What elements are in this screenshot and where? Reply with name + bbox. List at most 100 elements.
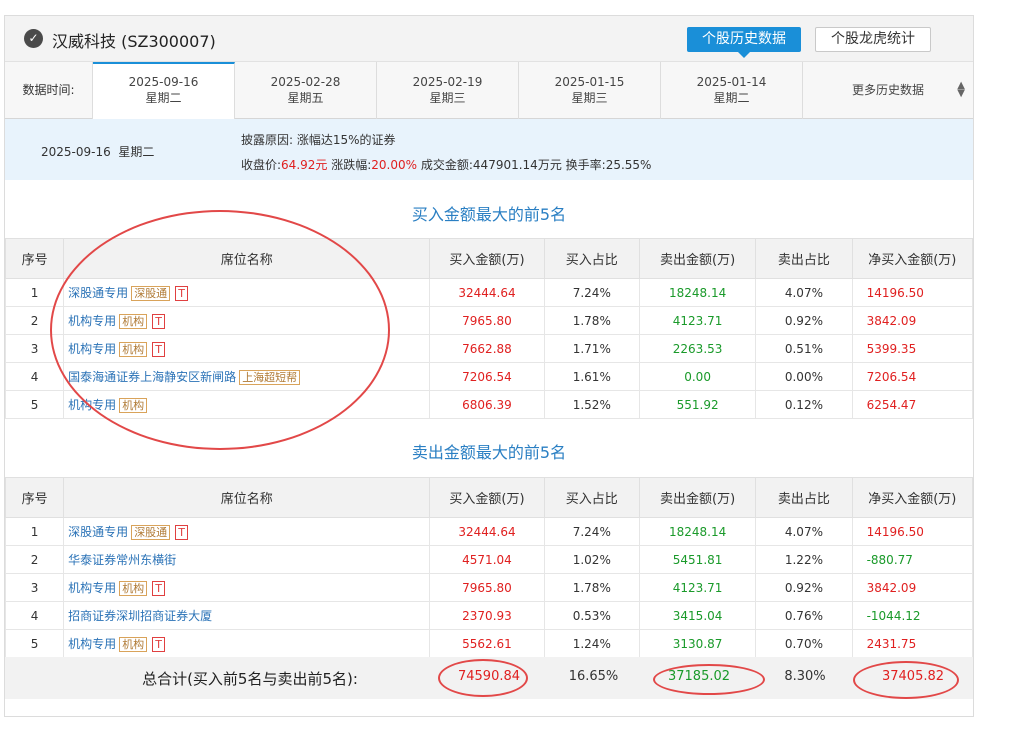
row-index: 1 xyxy=(4,517,65,546)
column-header: 卖出金额(万) xyxy=(638,238,757,279)
reason-label: 披露原因: xyxy=(241,133,294,147)
seat-cell: 机构专用 机构 T xyxy=(63,629,431,658)
seat-cell: 华泰证券常州东横街 xyxy=(63,545,431,574)
sell-amount: 2263.53 xyxy=(638,334,757,363)
change-label: 涨跌幅: xyxy=(331,158,372,172)
column-header: 卖出金额(万) xyxy=(638,477,757,518)
info-date: 2025-09-16 星期二 xyxy=(41,145,155,159)
column-header: 买入金额(万) xyxy=(429,477,545,518)
stock-history-button[interactable]: 个股历史数据 xyxy=(687,27,801,58)
date-tab[interactable]: 2025-09-16 星期二 xyxy=(93,62,235,120)
sell-amount: 3130.87 xyxy=(638,629,757,658)
seat-cell: 招商证券深圳招商证券大厦 xyxy=(63,601,431,630)
buy-top5-table: 序号 席位名称 买入金额(万) 买入占比 卖出金额(万) 卖出占比 净买入金额(万) 1 深股通… xyxy=(4,238,974,419)
volume-label: 成交金额: xyxy=(420,158,473,172)
seat-name-link[interactable]: 深股通专用 xyxy=(68,286,128,300)
date-tab[interactable]: 2025-02-19 星期三 xyxy=(377,62,519,119)
seat-name-link[interactable]: 招商证券深圳招商证券大厦 xyxy=(68,609,212,623)
buy-pct: 7.24% xyxy=(543,517,640,546)
column-header: 席位名称 xyxy=(63,238,431,279)
buy-pct: 1.02% xyxy=(543,545,640,574)
net-amount: -880.77 xyxy=(851,545,974,574)
sell-amount: 18248.14 xyxy=(638,278,757,307)
seat-tag: 深股通 xyxy=(131,525,171,540)
more-history-label: 更多历史数据 xyxy=(851,83,924,97)
tab-weekday: 星期三 xyxy=(429,91,466,105)
seat-cell: 国泰海通证券上海静安区新闸路 上海超短帮 xyxy=(63,362,431,391)
sell-pct: 0.92% xyxy=(755,573,853,602)
row-index: 2 xyxy=(4,306,65,335)
seat-name-link[interactable]: 国泰海通证券上海静安区新闸路 xyxy=(68,370,236,384)
table-row: 1 深股通专用 深股通 T 32444.64 7.24% 18248.14 4.07% 1419… xyxy=(4,278,974,307)
date-tab[interactable]: 2025-02-28 星期五 xyxy=(235,62,377,119)
sell-pct: 0.12% xyxy=(755,390,853,419)
seat-name-link[interactable]: 机构专用 xyxy=(68,398,116,412)
table-row: 5 机构专用 机构 6806.39 1.52% 551.92 0.12% 6254.47 xyxy=(4,390,974,419)
table-row: 1 深股通专用 深股通 T 32444.64 7.24% 18248.14 4.07% 1419… xyxy=(4,517,974,546)
table-row: 4 招商证券深圳招商证券大厦 2370.93 0.53% 3415.04 0.76% -10… xyxy=(4,601,974,630)
total-net: 37405.82 xyxy=(881,669,945,684)
seat-name-link[interactable]: 机构专用 xyxy=(68,342,116,356)
column-header: 买入占比 xyxy=(543,238,640,279)
seat-cell: 深股通专用 深股通 T xyxy=(63,517,431,546)
tab-date: 2025-02-28 xyxy=(270,75,341,89)
date-tab[interactable]: 2025-01-15 星期三 xyxy=(519,62,661,119)
updown-caret-icon: ▲ ▼ xyxy=(957,80,965,99)
tab-date: 2025-01-14 xyxy=(696,75,767,89)
tab-weekday: 星期二 xyxy=(145,91,182,105)
seat-cell: 机构专用 机构 T xyxy=(63,334,431,363)
row-index: 2 xyxy=(4,545,65,574)
sell-amount: 4123.71 xyxy=(638,573,757,602)
seat-name-link[interactable]: 机构专用 xyxy=(68,314,116,328)
buy-amount: 32444.64 xyxy=(429,517,545,546)
reason-value: 涨幅达15%的证券 xyxy=(296,133,396,147)
table-row: 4 国泰海通证券上海静安区新闸路 上海超短帮 7206.54 1.61% 0.00 0.00… xyxy=(4,362,974,391)
stock-header: ✓ 汉威科技 (SZ300007) 个股历史数据 个股龙虎统计 xyxy=(5,16,973,62)
seat-tag: 机构 xyxy=(119,398,148,413)
column-header: 卖出占比 xyxy=(755,477,853,518)
buy-pct: 1.52% xyxy=(543,390,640,419)
total-label: 总合计(买入前5名与卖出前5名): xyxy=(142,670,358,688)
t-badge: T xyxy=(175,286,188,301)
sell-pct: 1.22% xyxy=(755,545,853,574)
tab-date: 2025-01-15 xyxy=(554,75,625,89)
stock-history-label: 个股历史数据 xyxy=(702,31,786,47)
net-amount: -1044.12 xyxy=(851,601,974,630)
more-history-select[interactable]: 更多历史数据 ▲ ▼ xyxy=(803,62,973,119)
seat-cell: 机构专用 机构 T xyxy=(63,306,431,335)
turnover-value: 25.55% xyxy=(605,158,652,172)
date-tab[interactable]: 2025-01-14 星期二 xyxy=(661,62,803,119)
table-row: 3 机构专用 机构 T 7965.80 1.78% 4123.71 0.92% 3842.09 xyxy=(4,573,974,602)
seat-tag: 机构 xyxy=(119,314,148,329)
table-row: 2 华泰证券常州东横街 4571.04 1.02% 5451.81 1.22% -880.7… xyxy=(4,545,974,574)
seat-name-link[interactable]: 机构专用 xyxy=(68,581,116,595)
seat-name-link[interactable]: 深股通专用 xyxy=(68,525,128,539)
sell-amount: 0.00 xyxy=(638,362,757,391)
sell-pct: 0.00% xyxy=(755,362,853,391)
net-amount: 5399.35 xyxy=(851,334,974,363)
seat-name-link[interactable]: 华泰证券常州东横街 xyxy=(68,553,176,567)
seat-name-link[interactable]: 机构专用 xyxy=(68,637,116,651)
date-label: 数据时间: xyxy=(5,62,93,119)
sell-amount: 4123.71 xyxy=(638,306,757,335)
date-tabs: 数据时间: 2025-09-16 星期二 2025-02-28 星期五 2025-02-… xyxy=(5,62,973,120)
row-index: 3 xyxy=(4,573,65,602)
buy-amount: 7206.54 xyxy=(429,362,545,391)
buy-pct: 1.24% xyxy=(543,629,640,658)
row-index: 5 xyxy=(4,629,65,658)
sell-amount: 5451.81 xyxy=(638,545,757,574)
column-header: 卖出占比 xyxy=(755,238,853,279)
total-sell: 37185.02 xyxy=(667,669,731,684)
buy-amount: 32444.64 xyxy=(429,278,545,307)
sell-pct: 0.92% xyxy=(755,306,853,335)
column-header: 买入占比 xyxy=(543,477,640,518)
lhb-stats-button[interactable]: 个股龙虎统计 xyxy=(815,27,931,52)
tab-weekday: 星期三 xyxy=(571,91,608,105)
buy-pct: 1.61% xyxy=(543,362,640,391)
seat-tag: 深股通 xyxy=(131,286,171,301)
t-badge: T xyxy=(152,581,165,596)
column-header: 序号 xyxy=(4,477,65,518)
seat-tag: 机构 xyxy=(119,581,148,596)
sell-top5-table: 序号 席位名称 买入金额(万) 买入占比 卖出金额(万) 卖出占比 净买入金额(万) 1 深股通… xyxy=(4,477,974,658)
table-row: 3 机构专用 机构 T 7662.88 1.71% 2263.53 0.51% 5399.35 xyxy=(4,334,974,363)
